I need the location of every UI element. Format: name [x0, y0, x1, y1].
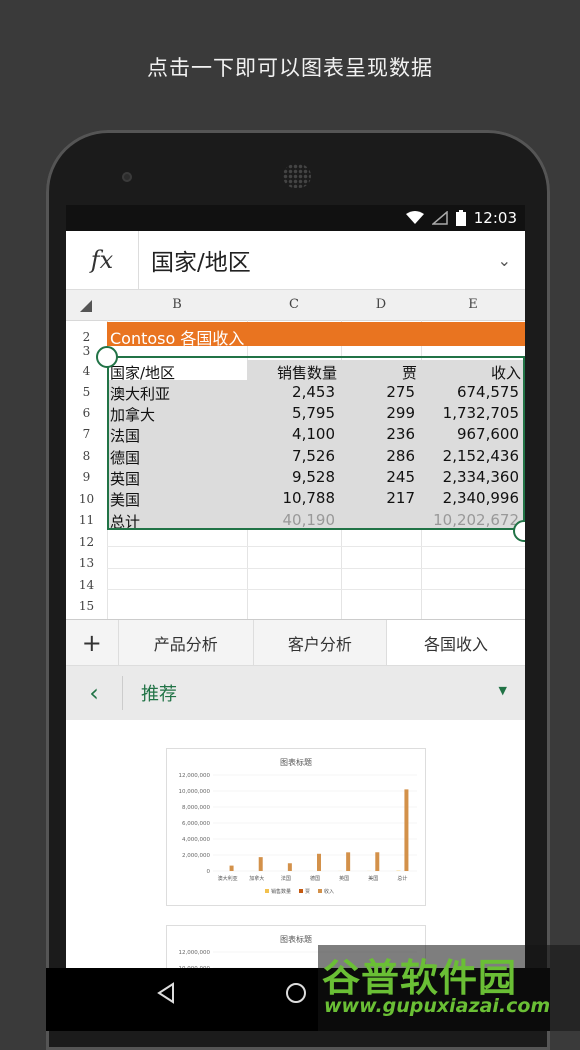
x-tick-label: 英国 [339, 875, 349, 882]
status-bar: 12:03 [66, 205, 525, 231]
chart-title: 图表标题 [280, 934, 312, 944]
chevron-down-icon[interactable]: ⌄ [498, 251, 511, 270]
row-header[interactable]: 11 [66, 513, 107, 527]
promo-caption: 点击一下即可以图表呈现数据 [0, 52, 580, 82]
back-chevron-icon[interactable]: ‹ [66, 679, 122, 707]
chart-panel: 图表标题 12,000,000 10,000,000 8,000,000 6,000,0… [66, 720, 525, 968]
selection-handle-bottom-right[interactable] [513, 520, 525, 542]
chart-bar [259, 857, 263, 871]
legend-swatch [265, 889, 269, 893]
tab-country-revenue[interactable]: 各国收入 [387, 620, 525, 665]
chart-bar [317, 854, 321, 871]
row-header[interactable]: 2 [66, 330, 107, 344]
formula-input[interactable]: 国家/地区 [139, 243, 525, 277]
y-tick-label: 4,000,000 [182, 837, 210, 843]
selection-outline[interactable] [107, 356, 525, 530]
row-header[interactable]: 8 [66, 449, 107, 463]
add-sheet-button[interactable]: + [66, 620, 119, 665]
watermark-logo: 谷普软件园 [322, 947, 517, 1002]
select-all-icon[interactable] [80, 300, 92, 312]
front-camera [122, 172, 132, 182]
x-tick-label: 澳大利亚 [218, 875, 238, 882]
wifi-icon [406, 211, 424, 225]
tab-product-analysis[interactable]: 产品分析 [119, 620, 254, 665]
column-header-bar: B C D E [66, 290, 525, 321]
legend-label: 收入 [324, 888, 334, 895]
chart-bar [404, 789, 408, 871]
formula-bar[interactable]: fx 国家/地区 ⌄ [66, 231, 525, 290]
y-tick-label: 10,000,000 [179, 789, 211, 795]
signal-icon [432, 211, 448, 225]
legend-label: 贾 [305, 889, 310, 895]
clock: 12:03 [474, 209, 517, 227]
legend-label: 销售数量 [271, 888, 291, 895]
row-header[interactable]: 9 [66, 470, 107, 484]
earpiece-speaker [283, 164, 311, 188]
y-tick-label: 0 [207, 869, 211, 875]
y-tick-label: 2,000,000 [182, 853, 210, 859]
legend-swatch [318, 889, 322, 893]
row-header[interactable]: 12 [66, 535, 107, 549]
y-tick-label: 6,000,000 [182, 821, 210, 827]
selection-handle-top-left[interactable] [96, 346, 118, 368]
row-header[interactable]: 15 [66, 599, 107, 613]
fx-icon[interactable]: fx [66, 231, 139, 289]
x-tick-label: 法国 [281, 875, 291, 882]
y-tick-label: 8,000,000 [182, 805, 210, 811]
x-tick-label: 德国 [310, 875, 320, 882]
column-header-b[interactable]: B [107, 297, 247, 312]
spreadsheet-grid[interactable]: B C D E 2 3 4 5 6 7 8 9 10 11 12 13 14 1… [66, 290, 525, 619]
sheet-title: Contoso 各国收入 [110, 325, 244, 349]
watermark: 谷普软件园 www.gupuxiazai.com [318, 945, 580, 1031]
sheet-tabs: + 产品分析 客户分析 各国收入 [66, 619, 525, 665]
column-header-c[interactable]: C [247, 297, 341, 312]
row-header[interactable]: 7 [66, 427, 107, 441]
y-tick-label: 12,000,000 [179, 950, 211, 956]
y-tick-label: 12,000,000 [179, 773, 211, 779]
row-header[interactable]: 6 [66, 406, 107, 420]
recommend-bar: ‹ 推荐 ▼ [66, 665, 525, 720]
row-header[interactable]: 13 [66, 556, 107, 570]
x-tick-label: 总计 [397, 875, 407, 882]
row-header[interactable]: 14 [66, 578, 107, 592]
chart-title: 图表标题 [280, 757, 312, 767]
legend-swatch [299, 889, 303, 893]
battery-icon [456, 210, 466, 226]
chart: 图表标题 12,000,000 10,000,000 8,000,000 6,000,0… [167, 749, 425, 905]
tab-customer-analysis[interactable]: 客户分析 [254, 620, 387, 665]
chart-bar [230, 866, 234, 871]
column-header-e[interactable]: E [421, 297, 525, 312]
chart-bar [375, 852, 379, 871]
chart-card[interactable]: 图表标题 12,000,000 10,000,000 8,000,000 6,000,0… [166, 748, 426, 906]
phone-screen: 12:03 fx 国家/地区 ⌄ B C D E 2 3 4 5 6 7 [66, 205, 525, 968]
back-icon[interactable] [156, 982, 178, 1004]
chart-bar [346, 852, 350, 871]
caret-down-icon[interactable]: ▼ [499, 684, 507, 697]
watermark-url: www.gupuxiazai.com [324, 995, 550, 1017]
row-header[interactable]: 5 [66, 385, 107, 399]
home-icon[interactable] [286, 983, 306, 1003]
x-tick-label: 美国 [368, 875, 378, 882]
column-header-d[interactable]: D [341, 297, 421, 312]
chart-bar [288, 863, 292, 871]
phone-frame: 12:03 fx 国家/地区 ⌄ B C D E 2 3 4 5 6 7 [46, 130, 550, 1050]
recommend-label: 推荐 [123, 680, 177, 706]
x-tick-label: 加拿大 [249, 875, 264, 882]
row-header[interactable]: 10 [66, 492, 107, 506]
